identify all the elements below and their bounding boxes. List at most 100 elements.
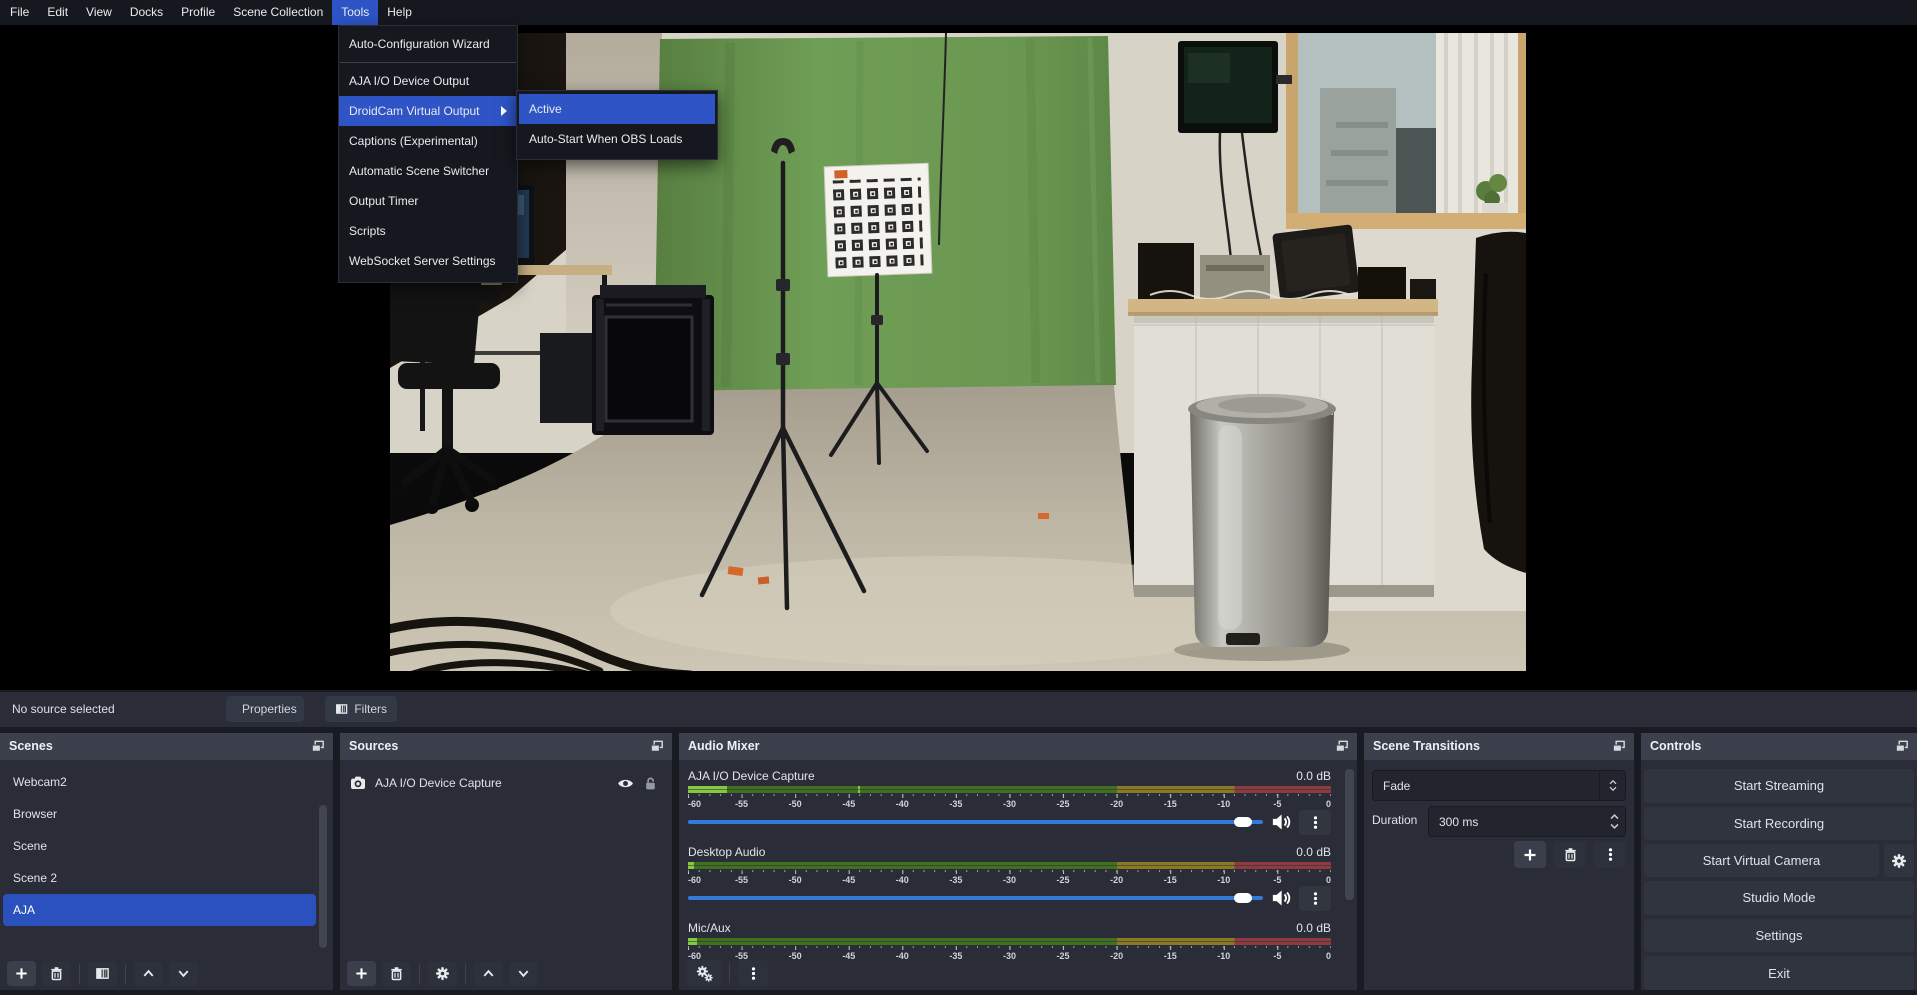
menu-item-automatic-scene-switcher[interactable]: Automatic Scene Switcher <box>339 156 517 186</box>
add-scene-button[interactable] <box>7 961 36 986</box>
sources-toolbar <box>347 961 538 986</box>
double-gear-icon <box>696 965 713 982</box>
scale-label: -45 <box>842 798 855 810</box>
menu-item-aja-io-device-output[interactable]: AJA I/O Device Output <box>339 66 517 96</box>
move-scene-up-button[interactable] <box>134 961 163 986</box>
scene-item-selected[interactable]: AJA <box>3 894 316 926</box>
menubar: File Edit View Docks Profile Scene Colle… <box>0 0 1917 25</box>
menubar-item-file[interactable]: File <box>1 0 38 25</box>
start-streaming-button[interactable]: Start Streaming <box>1644 769 1914 803</box>
scene-item[interactable]: Webcam2 <box>3 766 316 798</box>
mixer-scrollbar[interactable] <box>1345 769 1354 900</box>
mixer-channel-volume-db: 0.0 dB <box>1296 918 1331 938</box>
add-source-button[interactable] <box>347 961 376 986</box>
duration-value: 300 ms <box>1429 815 1603 829</box>
start-recording-button[interactable]: Start Recording <box>1644 807 1914 841</box>
submenu-arrow-icon <box>501 106 507 116</box>
menu-item-droidcam-virtual-output[interactable]: DroidCam Virtual Output <box>339 96 517 126</box>
scale-label: -35 <box>949 874 962 886</box>
menubar-item-edit[interactable]: Edit <box>38 0 77 25</box>
scale-label: -35 <box>949 950 962 962</box>
studio-mode-button[interactable]: Studio Mode <box>1644 881 1914 915</box>
channel-options-button[interactable] <box>1299 886 1331 911</box>
transition-options-button[interactable] <box>1594 841 1626 868</box>
virtual-camera-settings-button[interactable] <box>1884 844 1914 877</box>
submenu-item-auto-start-when-obs-loads[interactable]: Auto-Start When OBS Loads <box>519 124 715 154</box>
settings-button[interactable]: Settings <box>1644 919 1914 953</box>
tools-menu: Auto-Configuration Wizard AJA I/O Device… <box>338 25 518 283</box>
scale-label: -30 <box>1003 798 1016 810</box>
exit-button[interactable]: Exit <box>1644 956 1914 990</box>
menubar-item-scene-collection[interactable]: Scene Collection <box>224 0 332 25</box>
mixer-options-button[interactable] <box>738 960 768 986</box>
trash-icon <box>49 966 64 981</box>
transition-select[interactable]: Fade <box>1372 770 1626 801</box>
mixer-channel-name: Mic/Aux <box>688 918 1296 938</box>
start-virtual-camera-button[interactable]: Start Virtual Camera <box>1644 844 1879 877</box>
volume-meter <box>688 938 1331 945</box>
scene-item[interactable]: Browser <box>3 798 316 830</box>
remove-source-button[interactable] <box>382 961 411 986</box>
mixer-channel-volume-db: 0.0 dB <box>1296 766 1331 786</box>
properties-button[interactable]: Properties <box>226 696 304 722</box>
channel-options-button[interactable] <box>1299 810 1331 835</box>
scale-label: -50 <box>789 950 802 962</box>
popout-icon <box>649 739 665 754</box>
move-source-up-button[interactable] <box>474 961 503 986</box>
filters-button[interactable]: Filters <box>325 696 397 722</box>
spinner-arrows-icon[interactable] <box>1603 813 1625 830</box>
duration-spinner[interactable]: 300 ms <box>1428 806 1626 837</box>
add-transition-button[interactable] <box>1514 841 1546 868</box>
plus-icon <box>354 966 369 981</box>
scale-label: -5 <box>1273 950 1281 962</box>
scene-transitions-body: Fade Duration 300 ms <box>1364 760 1634 990</box>
scenes-list: Webcam2 Browser Scene Scene 2 AJA <box>0 760 333 990</box>
menubar-item-tools[interactable]: Tools <box>332 0 378 25</box>
source-properties-button[interactable] <box>428 961 457 986</box>
menu-item-websocket-server-settings[interactable]: WebSocket Server Settings <box>339 246 517 276</box>
scene-filters-button[interactable] <box>88 961 117 986</box>
toolbar-separator <box>419 964 420 984</box>
menu-item-auto-configuration-wizard[interactable]: Auto-Configuration Wizard <box>339 29 517 59</box>
menu-item-scripts[interactable]: Scripts <box>339 216 517 246</box>
remove-transition-button[interactable] <box>1554 841 1586 868</box>
scale-label: -10 <box>1217 950 1230 962</box>
scale-label: -15 <box>1164 950 1177 962</box>
remove-scene-button[interactable] <box>42 961 71 986</box>
move-source-down-button[interactable] <box>509 961 538 986</box>
menubar-item-docks[interactable]: Docks <box>121 0 172 25</box>
scenes-scrollbar[interactable] <box>319 805 327 948</box>
menubar-item-profile[interactable]: Profile <box>172 0 224 25</box>
menu-item-captions-experimental[interactable]: Captions (Experimental) <box>339 126 517 156</box>
submenu-item-active[interactable]: Active <box>519 94 715 124</box>
speaker-icon[interactable] <box>1271 888 1291 908</box>
filter-icon <box>335 702 348 716</box>
menubar-item-view[interactable]: View <box>77 0 121 25</box>
preview-area <box>0 25 1917 690</box>
sources-panel-header: Sources <box>340 733 672 760</box>
menubar-item-help[interactable]: Help <box>378 0 421 25</box>
slider-handle[interactable] <box>1234 893 1252 903</box>
scale-label: -10 <box>1217 798 1230 810</box>
slider-handle[interactable] <box>1234 817 1252 827</box>
speaker-icon[interactable] <box>1271 812 1291 832</box>
sources-list: AJA I/O Device Capture <box>340 760 672 990</box>
plus-icon <box>14 966 29 981</box>
toolbar-separator <box>465 964 466 984</box>
scale-label: 0 <box>1326 950 1331 962</box>
scenes-panel-header: Scenes <box>0 733 333 760</box>
volume-slider[interactable] <box>688 889 1263 907</box>
advanced-audio-properties-button[interactable] <box>687 960 721 986</box>
source-item[interactable]: AJA I/O Device Capture <box>340 768 672 798</box>
move-scene-down-button[interactable] <box>169 961 198 986</box>
volume-slider[interactable] <box>688 813 1263 831</box>
scene-item[interactable]: Scene <box>3 830 316 862</box>
lock-icon[interactable] <box>643 776 658 791</box>
controls-header: Controls <box>1641 733 1917 760</box>
chevron-up-icon <box>141 966 156 981</box>
eye-icon[interactable] <box>617 775 634 792</box>
scene-item[interactable]: Scene 2 <box>3 862 316 894</box>
mixer-channel-volume-db: 0.0 dB <box>1296 842 1331 862</box>
menu-item-output-timer[interactable]: Output Timer <box>339 186 517 216</box>
popout-icon <box>310 739 326 754</box>
